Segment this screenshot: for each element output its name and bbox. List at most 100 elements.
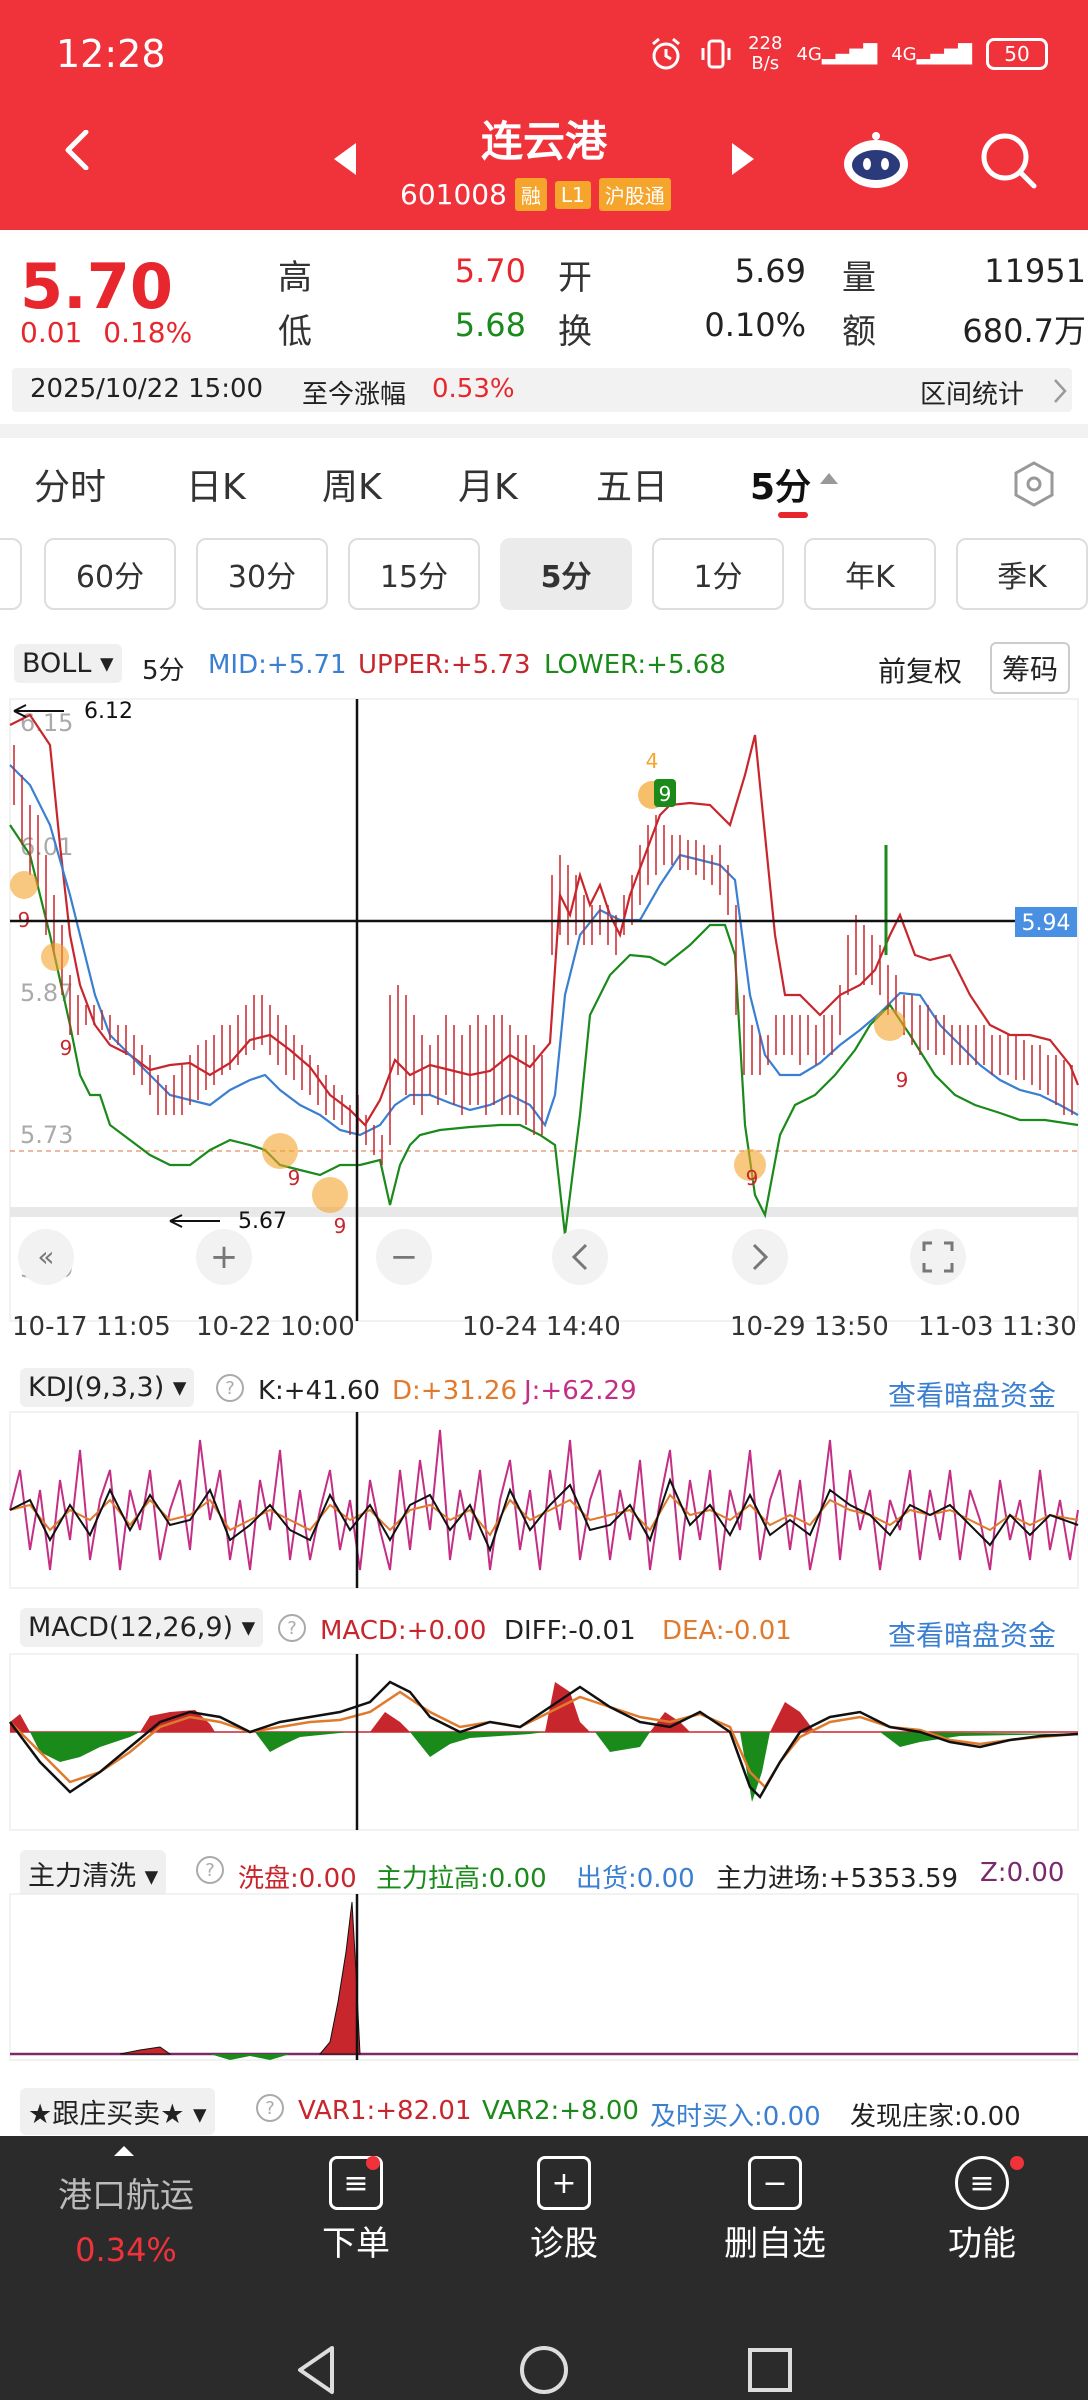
android-home-icon[interactable] <box>518 2344 570 2396</box>
minute-tabs: 60分 30分 15分 5分 1分 年K 季K <box>0 532 1088 616</box>
chips-button[interactable]: 筹码 <box>990 642 1071 694</box>
app-root: 12:28 228 B/s 4G▂▄▆█ 4G▂▄▆█ 50 连云港 60100… <box>0 0 1088 2400</box>
status-time: 12:28 <box>56 32 166 76</box>
x-label: 10-29 13:50 <box>730 1312 889 1342</box>
alarm-icon <box>652 37 681 70</box>
order-button[interactable]: ≡ 下单 <box>306 2156 406 2265</box>
stock-code: 601008 <box>400 178 507 211</box>
clean-inflow: 主力进场:+5353.59 <box>716 1864 959 1894</box>
fullscreen-button[interactable] <box>910 1229 966 1285</box>
help-icon[interactable]: ? <box>256 2094 284 2122</box>
follow-selector[interactable]: ★跟庄买卖★ ▾ <box>20 2088 215 2135</box>
badge-level: L1 <box>554 180 591 209</box>
x-label: 10-17 11:05 <box>12 1312 171 1342</box>
help-icon[interactable]: ? <box>196 1856 224 1884</box>
clean-out: 出货:0.00 <box>576 1864 695 1894</box>
caret-up-icon <box>820 473 838 484</box>
follow-header: ★跟庄买卖★ ▾ ? VAR1:+82.01 VAR2:+8.00 及时买入:0… <box>0 2084 1088 2135</box>
tab-monthly[interactable]: 月K <box>458 458 518 510</box>
price-label: 6.15 <box>20 709 73 737</box>
help-icon[interactable]: ? <box>278 1614 306 1642</box>
boll-upper: UPPER:+5.73 <box>358 650 531 680</box>
dark-pool-link[interactable]: 查看暗盘资金 <box>888 1374 1056 1414</box>
x-label: 10-22 10:00 <box>196 1312 355 1342</box>
next-stock-icon[interactable] <box>732 143 754 175</box>
x-axis: 10-17 11:05 10-22 10:00 10-24 14:40 10-2… <box>0 1312 1088 1352</box>
boll-header: BOLL ▾ 5分 MID:+5.71 UPPER:+5.73 LOWER:+5… <box>0 640 1088 694</box>
tab-weekly[interactable]: 周K <box>322 458 382 510</box>
settings-hexagon-icon[interactable] <box>1010 460 1058 508</box>
sector-info[interactable]: 港口航运 0.34% <box>36 2168 216 2269</box>
remove-watchlist-button[interactable]: − 删自选 <box>710 2156 840 2265</box>
function-button[interactable]: ≡ 功能 <box>932 2156 1032 2265</box>
high-value: 5.70 <box>454 252 526 290</box>
tab-fiveday[interactable]: 五日 <box>596 458 668 510</box>
subtab-5min[interactable]: 5分 <box>500 538 632 610</box>
period-tabs: 分时 日K 周K 月K 五日 5分 <box>0 440 1088 530</box>
tab-daily[interactable]: 日K <box>186 458 246 510</box>
boll-lower: LOWER:+5.68 <box>544 650 726 680</box>
tab-5min[interactable]: 5分 <box>750 458 811 510</box>
sector-pct: 0.34% <box>75 2231 177 2269</box>
range-stats-link[interactable]: 区间统计 <box>920 374 1024 411</box>
battery-icon: 50 <box>986 38 1048 70</box>
android-back-icon[interactable] <box>292 2342 342 2398</box>
scroll-track <box>10 1207 1078 1217</box>
macd-selector[interactable]: MACD(12,26,9) ▾ <box>20 1608 264 1647</box>
dark-pool-link[interactable]: 查看暗盘资金 <box>888 1614 1056 1654</box>
clean-selector[interactable]: 主力清洗 ▾ <box>20 1850 167 1897</box>
subtab-30min[interactable]: 30分 <box>196 538 328 610</box>
follow-buy: 及时买入:0.00 <box>650 2102 821 2132</box>
signal-mark: 9 <box>288 1166 301 1190</box>
subtab-15min[interactable]: 15分 <box>348 538 480 610</box>
subtab-more-left[interactable] <box>0 538 22 610</box>
kdj-selector[interactable]: KDJ(9,3,3) ▾ <box>20 1368 195 1407</box>
since-label: 至今涨幅 <box>302 380 407 410</box>
help-icon[interactable]: ? <box>216 1374 244 1402</box>
amount-value: 680.7万 <box>962 312 1086 350</box>
kline-chart[interactable]: 6.15 6.01 5.87 5.73 5.59 9 9 9 9 <box>0 695 1088 1335</box>
scroll-left-button[interactable] <box>552 1229 608 1285</box>
caret-up-icon <box>114 2146 134 2156</box>
tab-fenshi[interactable]: 分时 <box>34 458 106 510</box>
diagnose-button[interactable]: + 诊股 <box>514 2156 614 2265</box>
subtab-1min[interactable]: 1分 <box>652 538 784 610</box>
scroll-right-button[interactable] <box>732 1229 788 1285</box>
crosshair-price: 5.94 <box>1022 911 1071 936</box>
signal-mark: 9 <box>334 1214 347 1238</box>
boll-period: 5分 <box>142 656 185 686</box>
signal-icon-2: 4G▂▄▆█ <box>891 43 972 65</box>
subtab-quarterly[interactable]: 季K <box>956 538 1088 610</box>
active-tab-indicator <box>778 512 808 518</box>
adjust-toggle[interactable]: 前复权 <box>878 650 962 690</box>
open-label: 开 <box>558 258 592 298</box>
signal-mark: 9 <box>659 782 672 806</box>
volume-value: 11951 <box>984 252 1086 290</box>
kdj-k: K:+41.60 <box>258 1376 381 1406</box>
stock-code-row: 601008 融 L1 沪股通 <box>400 178 671 211</box>
follow-var1: VAR1:+82.01 <box>298 2096 472 2126</box>
sector-name: 港口航运 <box>58 2176 194 2216</box>
bottom-toolbar: 港口航运 0.34% ≡ 下单 + 诊股 − 删自选 ≡ 功能 <box>0 2136 1088 2400</box>
search-icon[interactable] <box>976 128 1040 192</box>
robot-assistant-icon[interactable] <box>840 128 912 192</box>
volume-label: 量 <box>842 258 876 298</box>
range-bar[interactable]: 2025/10/22 15:00 至今涨幅 0.53% 区间统计 <box>12 368 1072 412</box>
net-speed: 228 B/s <box>748 33 783 74</box>
max-marker: 6.12 <box>84 699 133 724</box>
notification-dot <box>366 2156 380 2170</box>
turnover-value: 0.10% <box>704 306 806 344</box>
boll-selector[interactable]: BOLL ▾ <box>14 644 122 683</box>
low-label: 低 <box>278 312 312 352</box>
price-label: 5.73 <box>20 1121 73 1149</box>
subtab-yearly[interactable]: 年K <box>804 538 936 610</box>
notification-dot <box>1010 2156 1024 2170</box>
subtab-60min[interactable]: 60分 <box>44 538 176 610</box>
signal-mark: 4 <box>646 749 659 773</box>
clean-wash: 洗盘:0.00 <box>238 1864 357 1894</box>
amount-label: 额 <box>842 312 876 352</box>
follow-found: 发现庄家:0.00 <box>850 2102 1021 2132</box>
app-header: 12:28 228 B/s 4G▂▄▆█ 4G▂▄▆█ 50 连云港 60100… <box>0 0 1088 230</box>
android-recents-icon[interactable] <box>746 2346 794 2394</box>
vibrate-icon <box>701 39 731 69</box>
